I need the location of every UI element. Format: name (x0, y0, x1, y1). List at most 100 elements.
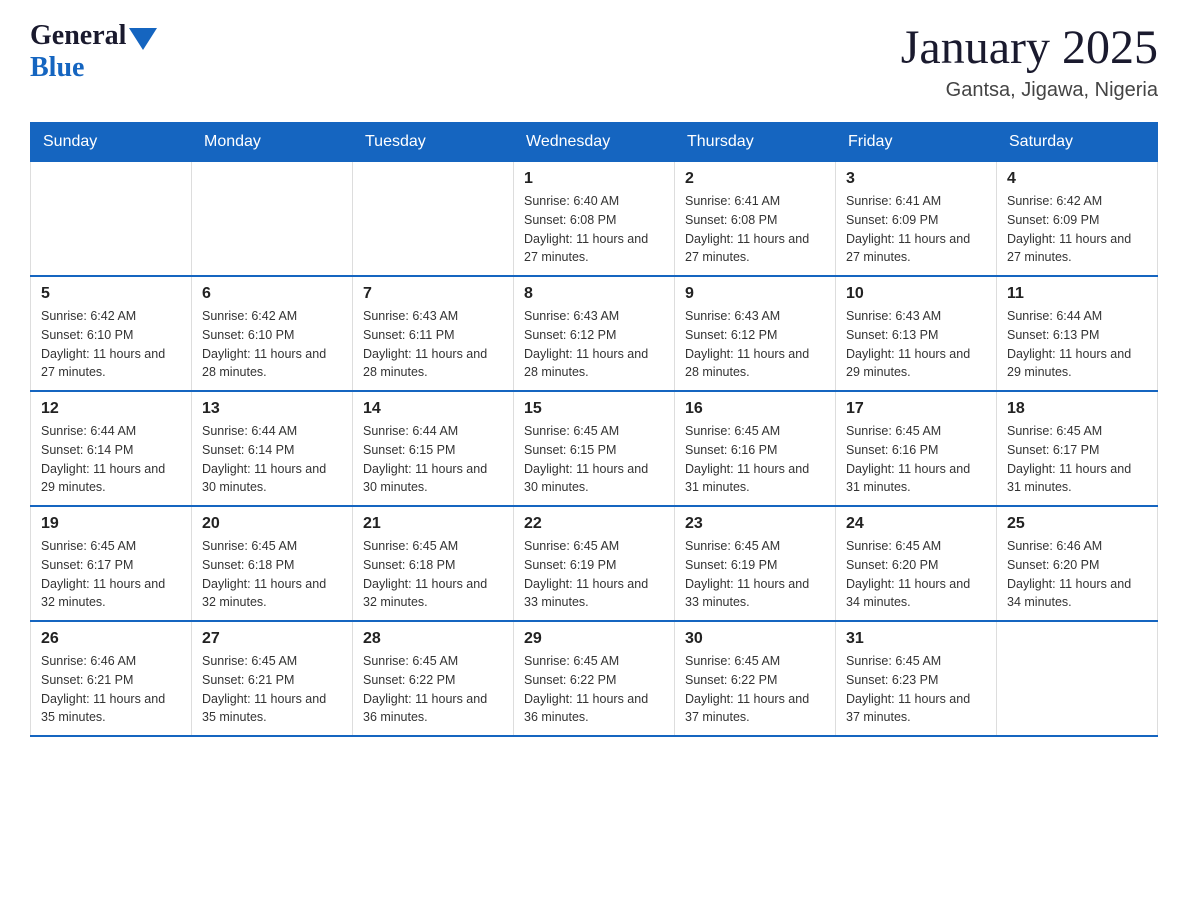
calendar-header-row: Sunday Monday Tuesday Wednesday Thursday… (31, 123, 1158, 162)
day-info: Sunrise: 6:45 AMSunset: 6:16 PMDaylight:… (846, 422, 986, 497)
calendar-week-row: 1Sunrise: 6:40 AMSunset: 6:08 PMDaylight… (31, 162, 1158, 277)
day-number: 9 (685, 285, 825, 303)
calendar-cell: 4 Sunrise: 6:42 AMSunset: 6:09 PMDaylight… (997, 162, 1158, 277)
calendar-cell: 19 Sunrise: 6:45 AMSunset: 6:17 PMDayligh… (31, 506, 192, 621)
calendar-cell: 5 Sunrise: 6:42 AMSunset: 6:10 PMDaylight… (31, 276, 192, 391)
day-info: Sunrise: 6:42 AMSunset: 6:09 PMDaylight:… (1007, 192, 1147, 267)
day-info: Sunrise: 6:42 AMSunset: 6:10 PMDaylight:… (202, 307, 342, 382)
header-monday: Monday (192, 123, 353, 162)
calendar-week-row: 26 Sunrise: 6:46 AMSunset: 6:21 PMDayligh… (31, 621, 1158, 736)
day-number: 27 (202, 630, 342, 648)
calendar-cell: 7 Sunrise: 6:43 AMSunset: 6:11 PMDaylight… (353, 276, 514, 391)
day-info: Sunrise: 6:45 AMSunset: 6:16 PMDaylight:… (685, 422, 825, 497)
calendar-cell: 24 Sunrise: 6:45 AMSunset: 6:20 PMDayligh… (836, 506, 997, 621)
logo-blue-text: Blue (30, 52, 157, 84)
day-number: 15 (524, 400, 664, 418)
calendar-cell (31, 162, 192, 277)
page-header: General Blue January 2025 Gantsa, Jigawa… (30, 20, 1158, 102)
day-info: Sunrise: 6:42 AMSunset: 6:10 PMDaylight:… (41, 307, 181, 382)
day-info: Sunrise: 6:43 AMSunset: 6:12 PMDaylight:… (524, 307, 664, 382)
day-number: 16 (685, 400, 825, 418)
day-info: Sunrise: 6:45 AMSunset: 6:22 PMDaylight:… (685, 652, 825, 727)
day-number: 17 (846, 400, 986, 418)
calendar-cell: 18 Sunrise: 6:45 AMSunset: 6:17 PMDayligh… (997, 391, 1158, 506)
logo: General Blue (30, 20, 157, 84)
day-info: Sunrise: 6:41 AMSunset: 6:09 PMDaylight:… (846, 192, 986, 267)
calendar-cell: 30 Sunrise: 6:45 AMSunset: 6:22 PMDayligh… (675, 621, 836, 736)
day-info: Sunrise: 6:45 AMSunset: 6:17 PMDaylight:… (41, 537, 181, 612)
day-number: 3 (846, 170, 986, 188)
day-number: 8 (524, 285, 664, 303)
calendar-cell: 12Sunrise: 6:44 AMSunset: 6:14 PMDayligh… (31, 391, 192, 506)
day-number: 24 (846, 515, 986, 533)
day-number: 7 (363, 285, 503, 303)
day-number: 13 (202, 400, 342, 418)
day-info: Sunrise: 6:46 AMSunset: 6:21 PMDaylight:… (41, 652, 181, 727)
day-number: 28 (363, 630, 503, 648)
calendar-cell: 2Sunrise: 6:41 AMSunset: 6:08 PMDaylight… (675, 162, 836, 277)
day-number: 21 (363, 515, 503, 533)
day-number: 10 (846, 285, 986, 303)
day-info: Sunrise: 6:45 AMSunset: 6:20 PMDaylight:… (846, 537, 986, 612)
day-info: Sunrise: 6:45 AMSunset: 6:22 PMDaylight:… (363, 652, 503, 727)
day-number: 1 (524, 170, 664, 188)
day-number: 14 (363, 400, 503, 418)
day-number: 11 (1007, 285, 1147, 303)
day-number: 25 (1007, 515, 1147, 533)
title-block: January 2025 Gantsa, Jigawa, Nigeria (901, 20, 1158, 102)
day-number: 12 (41, 400, 181, 418)
day-info: Sunrise: 6:45 AMSunset: 6:22 PMDaylight:… (524, 652, 664, 727)
calendar-cell: 1Sunrise: 6:40 AMSunset: 6:08 PMDaylight… (514, 162, 675, 277)
day-info: Sunrise: 6:43 AMSunset: 6:13 PMDaylight:… (846, 307, 986, 382)
day-number: 20 (202, 515, 342, 533)
calendar-cell: 6 Sunrise: 6:42 AMSunset: 6:10 PMDaylight… (192, 276, 353, 391)
day-info: Sunrise: 6:45 AMSunset: 6:18 PMDaylight:… (202, 537, 342, 612)
calendar-cell (192, 162, 353, 277)
day-info: Sunrise: 6:46 AMSunset: 6:20 PMDaylight:… (1007, 537, 1147, 612)
calendar-cell: 25 Sunrise: 6:46 AMSunset: 6:20 PMDayligh… (997, 506, 1158, 621)
day-number: 5 (41, 285, 181, 303)
day-info: Sunrise: 6:45 AMSunset: 6:23 PMDaylight:… (846, 652, 986, 727)
day-info: Sunrise: 6:44 AMSunset: 6:13 PMDaylight:… (1007, 307, 1147, 382)
day-info: Sunrise: 6:44 AMSunset: 6:15 PMDaylight:… (363, 422, 503, 497)
header-tuesday: Tuesday (353, 123, 514, 162)
calendar-cell: 10 Sunrise: 6:43 AMSunset: 6:13 PMDayligh… (836, 276, 997, 391)
calendar-cell: 21 Sunrise: 6:45 AMSunset: 6:18 PMDayligh… (353, 506, 514, 621)
day-number: 4 (1007, 170, 1147, 188)
header-thursday: Thursday (675, 123, 836, 162)
calendar-cell: 27 Sunrise: 6:45 AMSunset: 6:21 PMDayligh… (192, 621, 353, 736)
day-number: 18 (1007, 400, 1147, 418)
header-friday: Friday (836, 123, 997, 162)
calendar-cell: 14 Sunrise: 6:44 AMSunset: 6:15 PMDayligh… (353, 391, 514, 506)
day-info: Sunrise: 6:43 AMSunset: 6:12 PMDaylight:… (685, 307, 825, 382)
day-info: Sunrise: 6:45 AMSunset: 6:15 PMDaylight:… (524, 422, 664, 497)
day-info: Sunrise: 6:44 AMSunset: 6:14 PMDaylight:… (202, 422, 342, 497)
day-info: Sunrise: 6:45 AMSunset: 6:17 PMDaylight:… (1007, 422, 1147, 497)
day-number: 6 (202, 285, 342, 303)
day-info: Sunrise: 6:45 AMSunset: 6:18 PMDaylight:… (363, 537, 503, 612)
calendar-cell: 22Sunrise: 6:45 AMSunset: 6:19 PMDayligh… (514, 506, 675, 621)
day-number: 30 (685, 630, 825, 648)
calendar-cell: 11 Sunrise: 6:44 AMSunset: 6:13 PMDayligh… (997, 276, 1158, 391)
header-sunday: Sunday (31, 123, 192, 162)
day-number: 26 (41, 630, 181, 648)
day-number: 31 (846, 630, 986, 648)
day-number: 2 (685, 170, 825, 188)
day-number: 19 (41, 515, 181, 533)
month-title: January 2025 (901, 20, 1158, 75)
day-info: Sunrise: 6:45 AMSunset: 6:21 PMDaylight:… (202, 652, 342, 727)
calendar-cell: 26 Sunrise: 6:46 AMSunset: 6:21 PMDayligh… (31, 621, 192, 736)
day-info: Sunrise: 6:45 AMSunset: 6:19 PMDaylight:… (524, 537, 664, 612)
calendar-cell (997, 621, 1158, 736)
calendar-cell: 20 Sunrise: 6:45 AMSunset: 6:18 PMDayligh… (192, 506, 353, 621)
calendar-cell (353, 162, 514, 277)
location: Gantsa, Jigawa, Nigeria (901, 79, 1158, 102)
calendar-cell: 31 Sunrise: 6:45 AMSunset: 6:23 PMDayligh… (836, 621, 997, 736)
calendar-cell: 15 Sunrise: 6:45 AMSunset: 6:15 PMDayligh… (514, 391, 675, 506)
calendar-cell: 16 Sunrise: 6:45 AMSunset: 6:16 PMDayligh… (675, 391, 836, 506)
calendar-table: Sunday Monday Tuesday Wednesday Thursday… (30, 122, 1158, 737)
calendar-cell: 13 Sunrise: 6:44 AMSunset: 6:14 PMDayligh… (192, 391, 353, 506)
calendar-week-row: 12 Sunrise: 6:44 AMSunset: 6:14 PMDayligh… (31, 391, 1158, 506)
day-info: Sunrise: 6:43 AMSunset: 6:11 PMDaylight:… (363, 307, 503, 382)
calendar-cell: 9 Sunrise: 6:43 AMSunset: 6:12 PMDaylight… (675, 276, 836, 391)
